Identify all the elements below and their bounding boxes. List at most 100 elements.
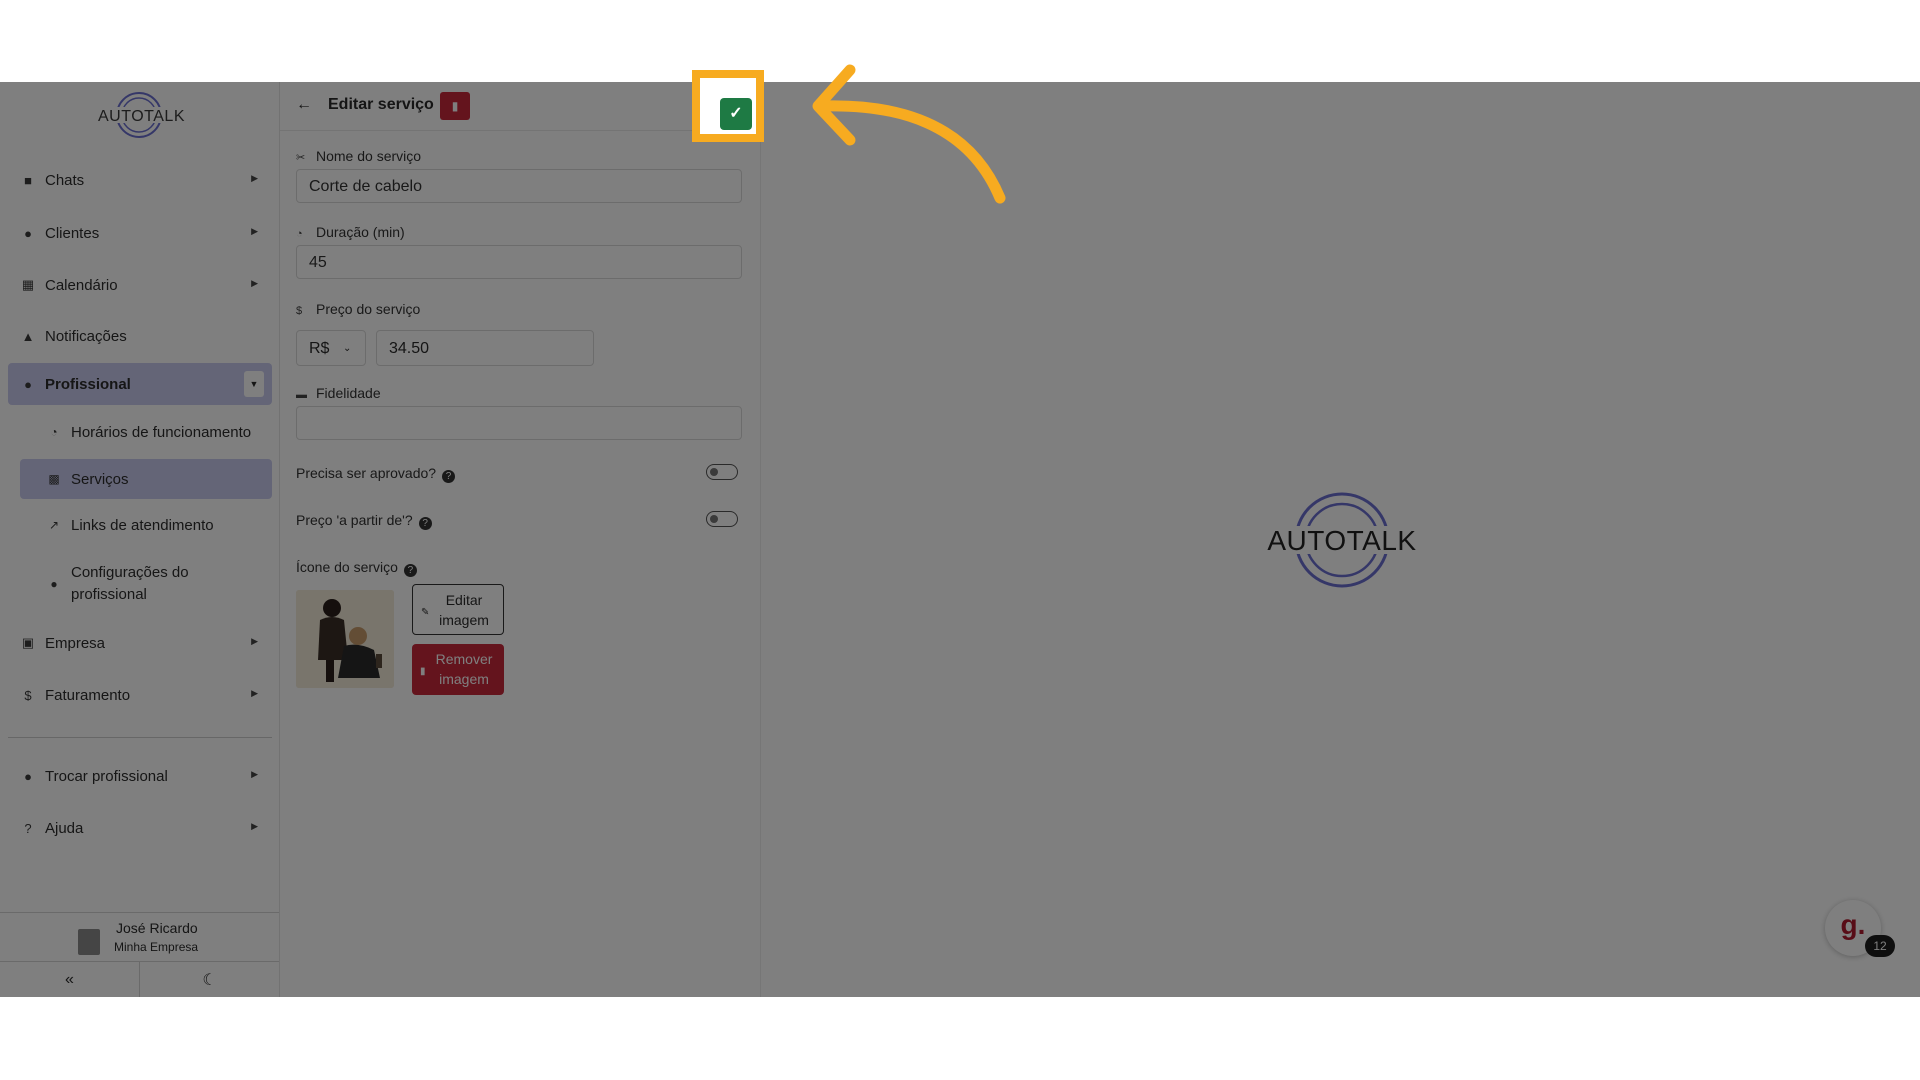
pointer-arrow-icon (812, 64, 1006, 204)
user-company: Minha Empresa (114, 940, 199, 954)
sidebar-item-label: Empresa (45, 634, 106, 652)
sidebar-item-label: Configurações do profissional (71, 564, 189, 603)
edit-icon: ✎ (421, 607, 430, 618)
external-link-icon: ↗ (48, 518, 60, 532)
users-icon: ● (24, 225, 32, 241)
label-text: Ícone do serviço (296, 559, 398, 575)
chat-icon: ■ (24, 172, 32, 188)
label-text: Precisa ser aprovado? (296, 465, 437, 481)
service-name-input[interactable]: Corte de cabelo (296, 169, 742, 203)
collapse-sidebar-button[interactable]: « (0, 961, 140, 997)
service-icon-image (296, 590, 394, 688)
price-input[interactable]: 34.50 (376, 330, 594, 366)
sidebar-subitem-links[interactable]: ↗ Links de atendimento (20, 505, 272, 545)
dollar-icon: $ (296, 305, 303, 317)
panel-header: ← Editar serviço ▮ (280, 82, 760, 131)
moon-icon: ☾ (202, 971, 217, 989)
sidebar-item-label: Notificações (45, 327, 127, 345)
question-icon[interactable]: ? (418, 517, 432, 530)
sidebar-item-faturamento[interactable]: $ Faturamento ▶ (8, 674, 272, 716)
building-icon: ▣ (21, 635, 35, 650)
user-name: José Ricardo (116, 920, 198, 936)
scissors-icon: ✂ (296, 152, 306, 164)
sidebar-item-empresa[interactable]: ▣ Empresa ▶ (8, 622, 272, 664)
sidebar-logo[interactable]: AUTOTALK (98, 90, 184, 140)
sidebar-subitem-horarios[interactable]: ◔ Horários de funcionamento (20, 412, 272, 452)
content-area: AUTOTALK g. 12 (761, 82, 1920, 997)
service-name-label: ✂ Nome do serviço (296, 148, 421, 164)
caret-right-icon: ▶ (251, 688, 258, 698)
dollar-icon: $ (24, 687, 32, 703)
currency-select[interactable]: R$ ⌄ (296, 330, 366, 366)
ticket-icon: ▬ (296, 389, 307, 401)
bell-icon: ▲ (21, 328, 35, 344)
user-gear-icon: ● (50, 577, 58, 591)
sidebar-subitem-servicos[interactable]: ▩ Serviços (20, 459, 272, 499)
user-panel: José Ricardo Minha Empresa « ☾ (0, 912, 279, 997)
approval-label: Precisa ser aprovado?? (296, 465, 456, 483)
calendar-icon: ▦ (21, 277, 35, 292)
currency-value: R$ (309, 340, 330, 357)
sidebar-item-label: Serviços (71, 470, 129, 488)
user-profile[interactable]: José Ricardo Minha Empresa (0, 913, 279, 962)
check-icon: ✓ (729, 105, 743, 122)
sidebar-item-profissional[interactable]: ● Profissional ▼ (8, 363, 272, 405)
chevron-down-icon[interactable]: ▼ (244, 371, 264, 397)
sidebar-subitem-configuracoes[interactable]: ● Configurações do profissional (20, 560, 272, 608)
notification-badge: 12 (1865, 935, 1895, 957)
sidebar-divider (8, 737, 272, 738)
sidebar-item-label: Clientes (45, 224, 100, 242)
sidebar-item-label: Ajuda (45, 819, 84, 837)
label-text: Duração (min) (316, 224, 405, 240)
content-logo: AUTOTALK (1257, 490, 1427, 590)
back-arrow-icon[interactable]: ← (296, 96, 312, 114)
trash-icon: ▮ (420, 666, 426, 677)
sidebar: AUTOTALK ■ Chats ▶ ● Clientes ▶ ▦ Calend… (0, 82, 280, 997)
sidebar-item-label: Chats (45, 171, 85, 189)
sidebar-item-label: Horários de funcionamento (71, 423, 252, 441)
remove-image-button[interactable]: ▮ Remover imagem (412, 644, 504, 695)
label-text: Nome do serviço (316, 148, 422, 164)
sidebar-item-label: Profissional (45, 375, 131, 393)
duration-label: ◔ Duração (min) (296, 224, 405, 240)
sidebar-item-calendario[interactable]: ▦ Calendário ▶ (8, 264, 272, 306)
highlight-frame: ✓ (692, 70, 764, 142)
double-chevron-left-icon: « (65, 970, 74, 988)
loyalty-select[interactable] (296, 406, 742, 440)
app-window: AUTOTALK ■ Chats ▶ ● Clientes ▶ ▦ Calend… (0, 82, 1920, 997)
label-text: Fidelidade (316, 385, 381, 401)
edit-service-panel: ← Editar serviço ▮ ✂ Nome do serviço Cort… (280, 82, 761, 997)
help-icon: ? (24, 820, 32, 836)
sidebar-item-trocar-profissional[interactable]: ● Trocar profissional ▶ (8, 755, 272, 797)
question-icon[interactable]: ? (442, 470, 456, 483)
sidebar-item-notificacoes[interactable]: ▲ Notificações (8, 315, 272, 357)
sidebar-item-label: Faturamento (45, 686, 131, 704)
caret-right-icon: ▶ (251, 173, 258, 183)
sidebar-item-chats[interactable]: ■ Chats ▶ (8, 159, 272, 201)
button-label: Editar imagem (439, 592, 489, 628)
price-from-toggle[interactable] (706, 511, 738, 527)
price-from-label: Preço 'a partir de'?? (296, 512, 432, 530)
sidebar-item-ajuda[interactable]: ? Ajuda ▶ (8, 807, 272, 849)
duration-input[interactable]: 45 (296, 245, 742, 279)
approval-toggle[interactable] (706, 464, 738, 480)
dark-mode-button[interactable]: ☾ (140, 961, 279, 997)
sidebar-item-label: Trocar profissional (45, 767, 168, 785)
caret-right-icon: ▶ (251, 769, 258, 779)
user-tie-icon: ● (24, 376, 32, 392)
loyalty-label: ▬ Fidelidade (296, 385, 381, 401)
clock-icon: ◔ (50, 425, 58, 439)
page-title: Editar serviço (328, 96, 434, 113)
caret-right-icon: ▶ (251, 821, 258, 831)
sidebar-item-clientes[interactable]: ● Clientes ▶ (8, 212, 272, 254)
edit-image-button[interactable]: ✎ Editar imagem (412, 584, 504, 635)
confirm-save-button[interactable]: ✓ (720, 98, 752, 130)
avatar (78, 929, 100, 955)
chevron-down-icon: ⌄ (343, 343, 352, 354)
delete-service-button[interactable]: ▮ (440, 92, 470, 120)
price-label: $ Preço do serviço (296, 301, 420, 317)
clock-icon: ◔ (296, 228, 303, 240)
sidebar-item-label: Calendário (45, 276, 118, 294)
question-icon[interactable]: ? (403, 564, 417, 577)
logo-text: AUTOTALK (1267, 525, 1417, 556)
